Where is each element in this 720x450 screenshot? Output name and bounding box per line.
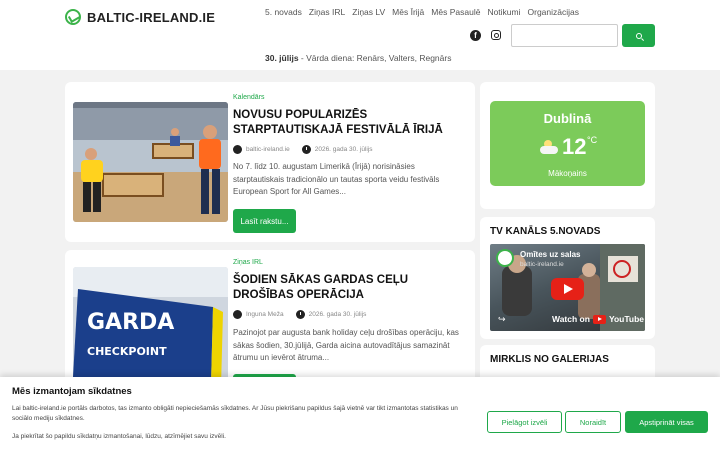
instagram-icon[interactable] xyxy=(491,30,501,40)
search-input[interactable] xyxy=(511,24,618,47)
tv-channel-widget: TV KANĀLS 5.NOVADS Omītes uz salas balti… xyxy=(480,217,655,339)
youtube-video-embed[interactable]: Omītes uz salas baltic-ireland.ie ↪ Watc… xyxy=(490,244,645,331)
clock-icon xyxy=(295,310,305,319)
nav-item-notikumi[interactable]: Notikumi xyxy=(487,7,520,17)
video-title[interactable]: Omītes uz salas xyxy=(520,250,580,259)
weather-unit: °C xyxy=(587,135,598,145)
search-icon xyxy=(635,32,642,39)
search-button[interactable] xyxy=(622,24,655,47)
weather-widget: Dublinā 12 °C Mākoņains xyxy=(480,82,655,209)
share-icon[interactable]: ↪ xyxy=(498,314,506,325)
nav-item-mes-irija[interactable]: Mēs Īrijā xyxy=(392,7,424,17)
play-icon[interactable] xyxy=(551,278,584,300)
sign-text-garda: GARDA xyxy=(87,310,174,335)
article-card: Kalendārs NOVUSU POPULARIZĒS STARPTAUTIS… xyxy=(65,82,475,242)
article-excerpt: Pazinojot par augusta bank holiday ceļu … xyxy=(233,328,459,362)
reject-cookies-button[interactable]: Noraidīt xyxy=(565,411,621,433)
article-title[interactable]: ŠODIEN SĀKAS GARDAS CEĻU DROŠĪBAS OPERĀC… xyxy=(233,273,463,303)
partly-cloudy-icon xyxy=(540,140,558,154)
logo-text: BALTIC-IRELAND.IE xyxy=(87,9,216,25)
youtube-icon xyxy=(592,314,606,324)
nav-item-mes-pasaule[interactable]: Mēs Pasaulē xyxy=(431,7,480,17)
read-article-button[interactable]: Lasīt rakstu... xyxy=(233,209,296,233)
article-image[interactable] xyxy=(73,102,228,222)
article-meta: baltic-ireland.ie 2026. gada 30. jūlijs xyxy=(233,145,373,154)
article-excerpt: No 7. līdz 10. augustam Limerikā (Īrijā)… xyxy=(233,162,440,196)
cookie-banner: Mēs izmantojam sīkdatnes Lai baltic-irel… xyxy=(0,377,720,450)
article-card: GARDA CHECKPOINT Ziņas IRL ŠODIEN SĀKAS … xyxy=(65,250,475,390)
article-date: 2026. gada 30. jūlijs xyxy=(314,146,373,153)
author-icon xyxy=(233,145,242,154)
channel-avatar[interactable] xyxy=(496,249,514,267)
article-meta: Inguna Meža 2026. gada 30. jūlijs xyxy=(233,310,366,319)
logo-icon xyxy=(65,9,81,25)
cookie-consent-text: Ja piekrītat šo papildu sīkdatņu izmanto… xyxy=(12,433,226,440)
article-category[interactable]: Ziņas IRL xyxy=(233,259,263,266)
current-date: 30. jūlijs xyxy=(265,53,299,63)
nav-item-zinas-lv[interactable]: Ziņas LV xyxy=(352,7,385,17)
sign-text-checkpoint: CHECKPOINT xyxy=(87,345,167,358)
article-category[interactable]: Kalendārs xyxy=(233,94,265,101)
tv-channel-title: TV KANĀLS 5.NOVADS xyxy=(490,226,601,237)
weather-city: Dublinā xyxy=(543,111,592,126)
novuss-photo xyxy=(73,102,228,222)
site-header: BALTIC-IRELAND.IE 5. novads Ziņas IRL Zi… xyxy=(0,0,720,70)
date-line: 30. jūlijs - Vārda diena: Renārs, Valter… xyxy=(265,53,451,63)
cookie-text: Lai baltic-ireland.ie portāls darbotos, … xyxy=(12,405,458,422)
weather-condition: Mākoņains xyxy=(548,169,587,178)
weather-temperature: 12 xyxy=(562,134,587,159)
customize-cookies-button[interactable]: Pielāgot izvēli xyxy=(487,411,562,433)
garda-photo: GARDA CHECKPOINT xyxy=(73,267,228,390)
name-day: - Vārda diena: Renārs, Valters, Regnārs xyxy=(298,53,452,63)
weather-box: Dublinā 12 °C Mākoņains xyxy=(490,101,645,186)
youtube-label: YouTube xyxy=(608,314,645,324)
facebook-icon[interactable]: f xyxy=(470,30,481,41)
cookie-title: Mēs izmantojam sīkdatnes xyxy=(12,386,132,397)
article-author[interactable]: baltic-ireland.ie xyxy=(246,146,290,153)
nav-item-zinas-irl[interactable]: Ziņas IRL xyxy=(309,7,345,17)
article-image[interactable]: GARDA CHECKPOINT xyxy=(73,267,228,390)
gallery-title: MIRKLIS NO GALERIJAS xyxy=(490,354,609,365)
watch-on-label: Watch on xyxy=(552,314,590,324)
nav-item-organizacijas[interactable]: Organizācijas xyxy=(528,7,580,17)
site-logo[interactable]: BALTIC-IRELAND.IE xyxy=(65,9,215,25)
author-icon xyxy=(233,310,242,319)
video-channel: baltic-ireland.ie xyxy=(520,261,564,268)
article-title[interactable]: NOVUSU POPULARIZĒS STARPTAUTISKAJĀ FESTI… xyxy=(233,108,463,138)
clock-icon xyxy=(301,145,311,154)
article-date: 2026. gada 30. jūlijs xyxy=(308,311,367,318)
watch-on-youtube-link[interactable]: Watch on YouTube xyxy=(552,314,644,324)
article-author[interactable]: Inguna Meža xyxy=(246,311,284,318)
accept-all-cookies-button[interactable]: Apstiprināt visas xyxy=(625,411,708,433)
nav-item-5-novads[interactable]: 5. novads xyxy=(265,7,302,17)
main-nav: 5. novads Ziņas IRL Ziņas LV Mēs Īrijā M… xyxy=(265,7,579,17)
